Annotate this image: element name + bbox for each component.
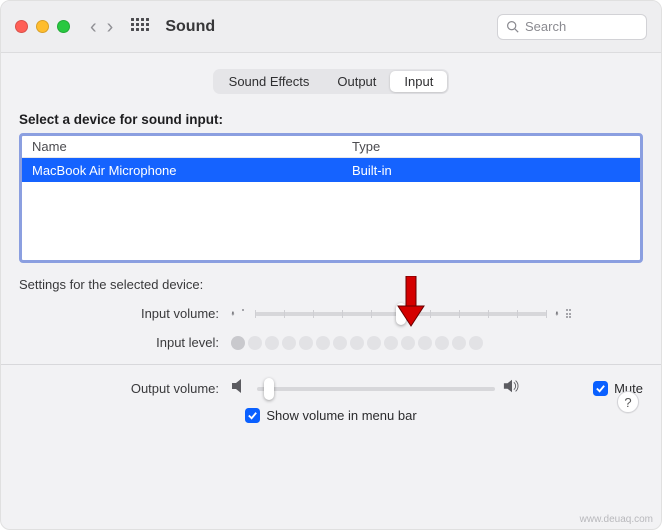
- zoom-icon[interactable]: [57, 20, 70, 33]
- tab-segment: Sound Effects Output Input: [213, 69, 450, 94]
- back-icon[interactable]: ‹: [90, 17, 97, 37]
- device-name: MacBook Air Microphone: [32, 163, 352, 178]
- device-type: Built-in: [352, 163, 630, 178]
- col-name: Name: [32, 139, 352, 154]
- select-device-title: Select a device for sound input:: [19, 112, 643, 127]
- tab-sound-effects[interactable]: Sound Effects: [215, 71, 324, 92]
- search-icon: [506, 20, 519, 33]
- output-volume-row: Output volume: Mute: [19, 379, 643, 398]
- output-volume-control: [231, 379, 521, 398]
- output-volume-label: Output volume:: [19, 381, 219, 396]
- menubar-label: Show volume in menu bar: [266, 408, 416, 423]
- search-placeholder: Search: [525, 19, 566, 34]
- close-icon[interactable]: [15, 20, 28, 33]
- tab-input[interactable]: Input: [390, 71, 447, 92]
- bottom-section: Output volume: Mute: [19, 379, 643, 423]
- input-volume-control: [231, 309, 571, 317]
- show-all-icon[interactable]: [131, 18, 149, 36]
- input-level-meter: [231, 336, 643, 350]
- minimize-icon[interactable]: [36, 20, 49, 33]
- mic-low-icon: [231, 309, 247, 317]
- output-volume-slider[interactable]: [257, 387, 495, 391]
- content: Sound Effects Output Input Select a devi…: [1, 53, 661, 433]
- window-controls: [15, 20, 70, 33]
- help-button[interactable]: ?: [617, 391, 639, 413]
- input-volume-label: Input volume:: [19, 306, 219, 321]
- mic-high-icon: [555, 309, 571, 317]
- col-type: Type: [352, 139, 630, 154]
- search-input[interactable]: Search: [497, 14, 647, 40]
- watermark: www.deuaq.com: [580, 514, 653, 525]
- input-level-label: Input level:: [19, 335, 219, 350]
- input-volume-row: Input volume:: [19, 306, 643, 321]
- show-in-menubar-checkbox[interactable]: Show volume in menu bar: [245, 408, 416, 423]
- settings-title: Settings for the selected device:: [19, 277, 643, 292]
- speaker-low-icon: [231, 379, 249, 398]
- slider-knob[interactable]: [396, 303, 406, 325]
- tabs: Sound Effects Output Input: [19, 69, 643, 94]
- toolbar: ‹ › Sound Search: [1, 1, 661, 53]
- forward-icon[interactable]: ›: [107, 17, 114, 37]
- input-level-row: Input level:: [19, 335, 643, 350]
- divider: [1, 364, 661, 365]
- speaker-high-icon: [503, 379, 521, 398]
- menubar-row: Show volume in menu bar: [19, 408, 643, 423]
- slider-knob[interactable]: [264, 378, 274, 400]
- checkbox-icon: [245, 408, 260, 423]
- nav-buttons: ‹ ›: [90, 17, 113, 37]
- input-volume-slider[interactable]: [255, 312, 547, 316]
- device-row[interactable]: MacBook Air Microphone Built-in: [22, 158, 640, 182]
- device-list-header: Name Type: [22, 136, 640, 158]
- page-title: Sound: [165, 18, 215, 36]
- checkbox-icon: [593, 381, 608, 396]
- sound-prefs-window: ‹ › Sound Search Sound Effects Output In…: [0, 0, 662, 530]
- device-list[interactable]: Name Type MacBook Air Microphone Built-i…: [19, 133, 643, 263]
- tab-output[interactable]: Output: [323, 71, 390, 92]
